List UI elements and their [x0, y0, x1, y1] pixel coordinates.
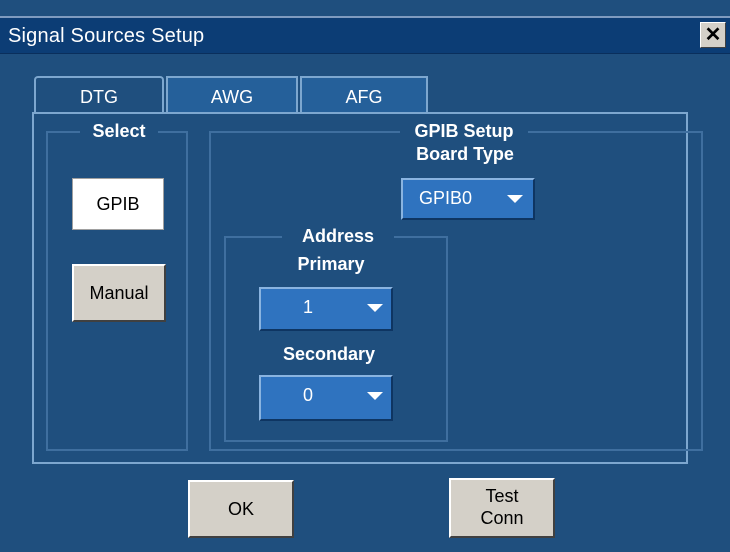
board-type-dropdown[interactable]: GPIB0: [401, 178, 535, 220]
title-bar: Signal Sources Setup ✕: [0, 16, 730, 54]
board-type-value: GPIB0: [419, 188, 473, 208]
ok-button[interactable]: OK: [188, 480, 294, 538]
board-type-label: Board Type: [405, 144, 525, 165]
primary-address-value: 1: [303, 297, 314, 317]
window-title: Signal Sources Setup: [8, 25, 205, 47]
secondary-address-value: 0: [303, 385, 314, 405]
tab-awg[interactable]: AWG: [166, 76, 298, 114]
tab-afg[interactable]: AFG: [300, 76, 428, 114]
secondary-label: Secondary: [262, 344, 396, 365]
primary-address-dropdown[interactable]: 1: [259, 287, 393, 331]
test-conn-label-line1: Test: [485, 486, 519, 506]
chevron-down-icon: [367, 304, 383, 312]
gpib-button-label: GPIB: [96, 194, 140, 214]
address-group-label: Address: [282, 226, 394, 247]
manual-button-label: Manual: [89, 283, 149, 303]
gpib-setup-label: GPIB Setup: [400, 121, 528, 142]
gpib-button[interactable]: GPIB: [72, 178, 164, 230]
select-group-label: Select: [80, 121, 158, 142]
close-button[interactable]: ✕: [700, 22, 726, 48]
tab-dtg[interactable]: DTG: [34, 76, 164, 114]
close-icon: ✕: [704, 24, 722, 46]
primary-label: Primary: [276, 254, 386, 275]
tab-dtg-label: DTG: [80, 87, 118, 107]
tab-awg-label: AWG: [210, 87, 254, 107]
signal-sources-setup-window: Signal Sources Setup ✕ DTG AWG AFG Selec…: [0, 0, 730, 552]
ok-button-label: OK: [227, 499, 254, 519]
tab-afg-label: AFG: [345, 87, 383, 107]
manual-button[interactable]: Manual: [72, 264, 166, 322]
chevron-down-icon: [507, 195, 523, 203]
secondary-address-dropdown[interactable]: 0: [259, 375, 393, 421]
test-conn-label-line2: Conn: [480, 508, 524, 528]
test-connection-button[interactable]: Test Conn: [449, 478, 555, 538]
chevron-down-icon: [367, 392, 383, 400]
